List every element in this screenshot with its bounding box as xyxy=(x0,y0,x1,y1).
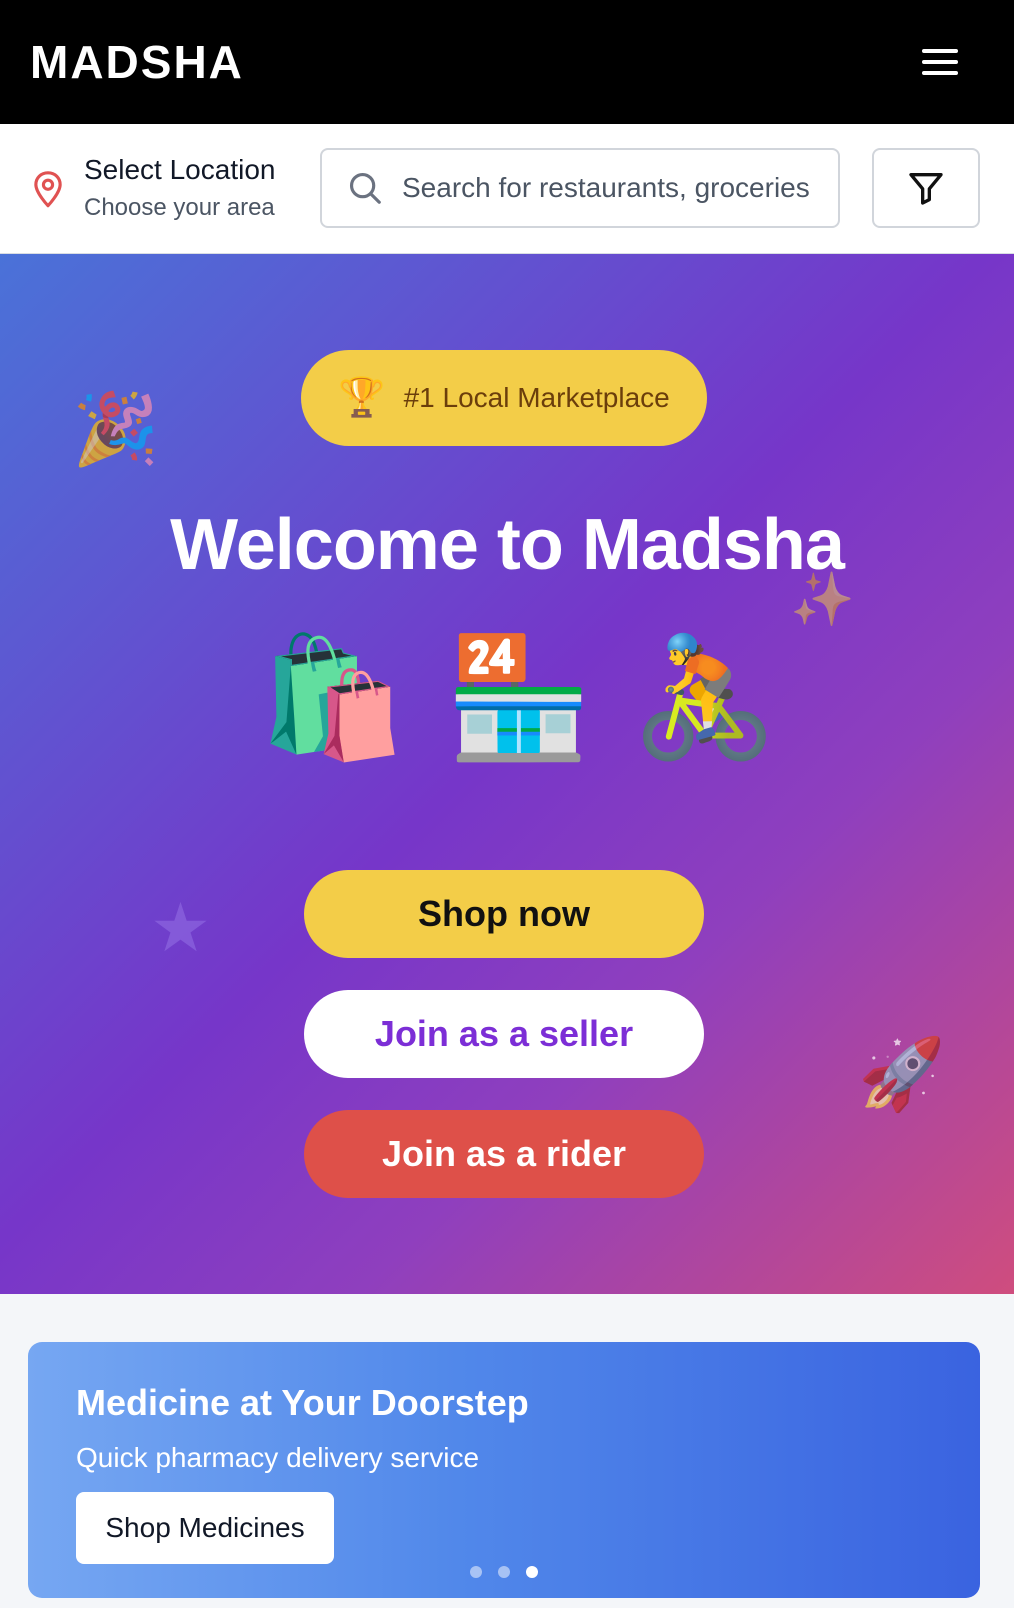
filter-funnel-icon xyxy=(909,173,943,205)
location-title: Select Location xyxy=(84,154,276,185)
party-popper-icon: 🎉 xyxy=(72,390,160,468)
join-rider-button[interactable]: Join as a rider xyxy=(304,1110,704,1198)
promo-section: Medicine at Your Doorstep Quick pharmacy… xyxy=(0,1294,1014,1608)
shop-now-button[interactable]: Shop now xyxy=(304,870,704,958)
location-subtitle: Choose your area xyxy=(84,194,275,221)
search-icon xyxy=(349,172,381,204)
carousel-dots xyxy=(470,1566,538,1578)
filter-button[interactable] xyxy=(872,148,980,228)
carousel-dot-active[interactable] xyxy=(526,1566,538,1578)
page: MADSHA Select Location Choose your area xyxy=(0,0,1014,1608)
convenience-store-icon: 🏪 xyxy=(445,632,592,764)
search-input[interactable] xyxy=(402,172,812,204)
rocket-icon: 🚀 xyxy=(858,1035,946,1113)
carousel-dot[interactable] xyxy=(470,1566,482,1578)
search-strip: Select Location Choose your area xyxy=(0,124,1014,254)
trophy-icon: 🏆 xyxy=(338,377,386,419)
promo-title: Medicine at Your Doorstep xyxy=(76,1382,529,1423)
star-icon: ★ xyxy=(150,890,211,966)
hamburger-menu-icon[interactable] xyxy=(922,45,962,79)
menu-bar xyxy=(922,71,958,75)
brand-logo[interactable]: MADSHA xyxy=(30,35,244,89)
hero-section: 🎉 ✨ ★ 🚀 🏆 #1 Local Marketplace Welcome t… xyxy=(0,254,1014,1294)
carousel-dot[interactable] xyxy=(498,1566,510,1578)
shopping-bags-icon: 🛍️ xyxy=(259,632,406,764)
top-navbar: MADSHA xyxy=(0,0,1014,124)
location-text: Select Location Choose your area xyxy=(84,154,275,222)
map-pin-icon xyxy=(34,171,62,208)
promo-banner: Medicine at Your Doorstep Quick pharmacy… xyxy=(28,1342,980,1598)
menu-bar xyxy=(922,60,958,64)
marketplace-badge: 🏆 #1 Local Marketplace xyxy=(301,350,707,446)
badge-text: #1 Local Marketplace xyxy=(403,382,670,413)
menu-bar xyxy=(922,49,958,53)
join-seller-button[interactable]: Join as a seller xyxy=(304,990,704,1078)
search-box[interactable] xyxy=(320,148,840,228)
shop-medicines-button[interactable]: Shop Medicines xyxy=(76,1492,334,1564)
hero-title: Welcome to Madsha xyxy=(170,505,845,585)
promo-subtitle: Quick pharmacy delivery service xyxy=(76,1442,480,1473)
location-selector[interactable]: Select Location Choose your area xyxy=(30,154,275,222)
hero-emoji-row: 🛍️ 🏪 🚴 xyxy=(0,639,1014,757)
cyclist-icon: 🚴 xyxy=(631,632,778,764)
